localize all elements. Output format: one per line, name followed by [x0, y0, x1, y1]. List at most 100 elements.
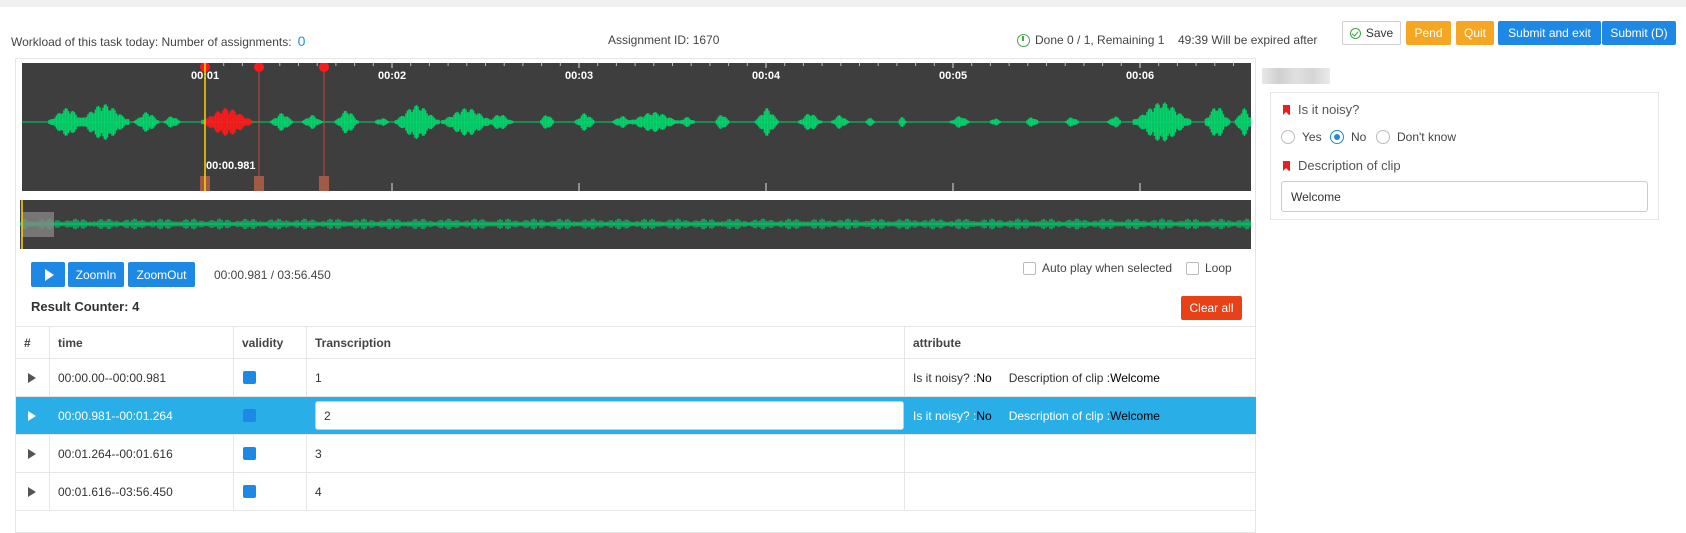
validity-marker[interactable] [243, 447, 256, 460]
row-time: 00:01.616--03:56.450 [50, 473, 234, 510]
question-noisy-label: Is it noisy? [1298, 102, 1360, 117]
zoom-in-button[interactable]: ZoomIn [68, 262, 124, 287]
minimap-viewport[interactable] [22, 212, 54, 237]
quit-button[interactable]: Quit [1456, 21, 1494, 45]
column-header: Transcription [307, 327, 905, 358]
row-transcription[interactable]: 2 [307, 397, 905, 434]
radio-button[interactable] [1376, 130, 1390, 144]
region-marker-handle[interactable] [254, 63, 264, 72]
question-noisy: Is it noisy? [1283, 102, 1359, 117]
radio-dont-know[interactable]: Don't know [1376, 130, 1456, 144]
region-drag-handle[interactable] [254, 176, 264, 191]
table-row[interactable]: 00:01.616--03:56.450 4 [16, 473, 1256, 511]
attr-v1: No [976, 370, 992, 385]
table-row[interactable]: 00:01.264--00:01.616 3 [16, 435, 1256, 473]
question-description: Description of clip [1283, 158, 1401, 173]
play-icon[interactable] [28, 486, 36, 497]
loop-checkbox[interactable] [1186, 261, 1199, 275]
column-header: validity [234, 327, 307, 358]
save-button[interactable]: Save [1342, 21, 1401, 45]
validity-marker[interactable] [243, 409, 256, 422]
check-circle-icon [1349, 27, 1361, 39]
workload-label: Workload of this task today: Number of a… [11, 35, 292, 49]
time-tick-label: 00:05 [939, 70, 967, 82]
waveform-minimap[interactable] [19, 200, 1251, 249]
column-header: # [16, 327, 50, 358]
row-transcription[interactable]: 1 [307, 359, 905, 396]
region-marker-handle[interactable] [319, 63, 329, 72]
assignment-id: Assignment ID: 1670 [608, 33, 720, 47]
play-icon[interactable] [28, 372, 36, 383]
table-row[interactable]: 00:00.00--00:00.981 1 Is it noisy? : No … [16, 359, 1256, 397]
progress-status: Done 0 / 1, Remaining 1 [1017, 33, 1164, 47]
validity-marker[interactable] [243, 371, 256, 384]
row-attribute: Is it noisy? : No Description of clip : … [905, 359, 1256, 396]
auto-play-label: Auto play when selected [1042, 261, 1173, 275]
play-button[interactable] [31, 262, 65, 287]
row-validity[interactable] [234, 473, 307, 510]
submit-button[interactable]: Submit (D) [1602, 21, 1676, 45]
attr-v1: No [976, 408, 992, 423]
row-time: 00:01.264--00:01.616 [50, 435, 234, 472]
save-label: Save [1365, 26, 1394, 40]
row-attribute [905, 435, 1256, 472]
row-attribute [905, 473, 1256, 510]
attr-q2: Description of clip : [1008, 370, 1111, 385]
radio-label: Yes [1302, 130, 1322, 144]
time-tick-label: 00:02 [378, 70, 406, 82]
auto-play-option[interactable]: Auto play when selected [1023, 261, 1172, 275]
row-validity[interactable] [234, 435, 307, 472]
zoom-out-button[interactable]: ZoomOut [128, 262, 195, 287]
row-play-cell[interactable] [16, 473, 50, 510]
radio-button-selected[interactable] [1330, 130, 1344, 144]
column-header: attribute [913, 335, 961, 350]
row-play-cell[interactable] [16, 435, 50, 472]
transcription-input[interactable]: 2 [315, 401, 904, 430]
radio-button[interactable] [1281, 130, 1295, 144]
timer-icon [1017, 33, 1030, 47]
pend-button[interactable]: Pend [1406, 21, 1451, 45]
row-validity[interactable] [234, 397, 307, 434]
radio-label: No [1351, 130, 1367, 144]
play-icon[interactable] [28, 448, 36, 459]
row-time: 00:00.00--00:00.981 [50, 359, 234, 396]
blurred-user-label [1262, 68, 1330, 84]
result-counter: Result Counter: 4 [31, 299, 140, 314]
row-validity[interactable] [234, 359, 307, 396]
required-flag-icon [1283, 104, 1290, 115]
submit-and-exit-button[interactable]: Submit and exit [1498, 21, 1601, 45]
clear-all-button[interactable]: Clear all [1181, 296, 1242, 320]
time-position: 00:00.981 / 03:56.450 [214, 268, 331, 282]
radio-no[interactable]: No [1330, 130, 1366, 144]
row-transcription[interactable]: 3 [307, 435, 905, 472]
region-drag-handle[interactable] [319, 176, 329, 191]
attr-v2: Welcome [1110, 370, 1160, 385]
table-row-selected[interactable]: 00:00.981--00:01.264 2 Is it noisy? : No… [16, 397, 1256, 435]
description-input[interactable]: Welcome [1281, 181, 1648, 212]
attr-v2: Welcome [1110, 408, 1160, 423]
minimap-svg [19, 200, 1251, 249]
column-header: time [50, 327, 234, 358]
attr-q1: Is it noisy? : [913, 408, 977, 423]
validity-marker[interactable] [243, 485, 256, 498]
auto-play-checkbox[interactable] [1023, 261, 1036, 275]
row-play-cell[interactable] [16, 359, 50, 396]
question-description-label: Description of clip [1298, 158, 1401, 173]
attr-q2: Description of clip : [1008, 408, 1111, 423]
row-time: 00:00.981--00:01.264 [50, 397, 234, 434]
radio-yes[interactable]: Yes [1281, 130, 1322, 144]
loop-option[interactable]: Loop [1186, 261, 1232, 275]
loop-label: Loop [1205, 261, 1232, 275]
waveform-svg: 00:0100:0200:0300:0400:0500:06 00:00.981 [22, 63, 1251, 191]
waveform-canvas[interactable]: 00:0100:0200:0300:0400:0500:06 00:00.981 [22, 63, 1251, 191]
row-play-cell[interactable] [16, 397, 50, 434]
time-tick-label: 00:06 [1126, 70, 1154, 82]
waveform-shape [22, 102, 1251, 142]
row-transcription[interactable]: 4 [307, 473, 905, 510]
play-icon[interactable] [28, 410, 36, 421]
workload-count: 0 [297, 33, 306, 49]
cursor-time-label: 00:00.981 [206, 160, 256, 172]
table-header: # time validity Transcription attribute [16, 326, 1256, 359]
radio-label: Don't know [1397, 130, 1456, 144]
attr-q1: Is it noisy? : [913, 370, 977, 385]
